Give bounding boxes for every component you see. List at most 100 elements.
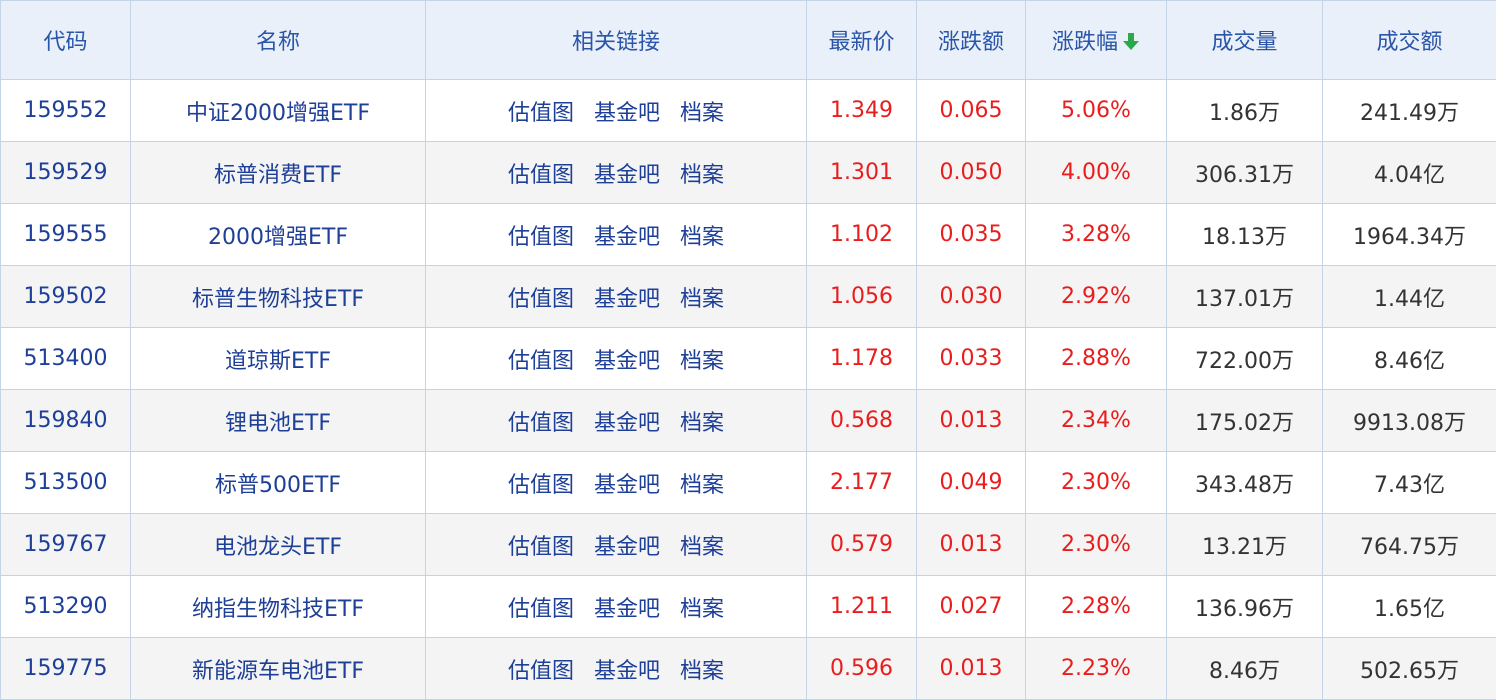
fund-code-link[interactable]: 159555: [1, 204, 131, 266]
fund-profile-link[interactable]: 档案: [680, 529, 724, 561]
fund-name-link[interactable]: 新能源车电池ETF: [131, 638, 426, 700]
latest-price: 1.211: [807, 576, 917, 638]
fund-forum-link[interactable]: 基金吧: [594, 219, 660, 251]
related-links-cell: 估值图基金吧档案: [426, 452, 807, 514]
fund-code-link[interactable]: 513500: [1, 452, 131, 514]
trading-volume: 18.13万: [1167, 204, 1323, 266]
fund-profile-link[interactable]: 档案: [680, 157, 724, 189]
change-percent: 2.23%: [1026, 638, 1167, 700]
fund-code-link[interactable]: 159502: [1, 266, 131, 328]
trading-volume: 722.00万: [1167, 328, 1323, 390]
fund-profile-link[interactable]: 档案: [680, 653, 724, 685]
fund-name-link[interactable]: 道琼斯ETF: [131, 328, 426, 390]
trading-volume: 136.96万: [1167, 576, 1323, 638]
valuation-chart-link[interactable]: 估值图: [508, 281, 574, 313]
fund-forum-link[interactable]: 基金吧: [594, 281, 660, 313]
fund-code-link[interactable]: 159529: [1, 142, 131, 204]
fund-name-link[interactable]: 标普生物科技ETF: [131, 266, 426, 328]
price-change: 0.049: [917, 452, 1026, 514]
trading-amount: 9913.08万: [1323, 390, 1496, 452]
valuation-chart-link[interactable]: 估值图: [508, 95, 574, 127]
fund-forum-link[interactable]: 基金吧: [594, 405, 660, 437]
fund-name-link[interactable]: 2000增强ETF: [131, 204, 426, 266]
fund-forum-link[interactable]: 基金吧: [594, 529, 660, 561]
fund-code-link[interactable]: 159840: [1, 390, 131, 452]
price-change: 0.035: [917, 204, 1026, 266]
valuation-chart-link[interactable]: 估值图: [508, 405, 574, 437]
fund-profile-link[interactable]: 档案: [680, 219, 724, 251]
fund-profile-link[interactable]: 档案: [680, 281, 724, 313]
trading-volume: 343.48万: [1167, 452, 1323, 514]
table-row[interactable]: 159529标普消费ETF估值图基金吧档案1.3010.0504.00%306.…: [1, 142, 1496, 204]
latest-price: 1.102: [807, 204, 917, 266]
header-price[interactable]: 最新价: [807, 1, 917, 80]
change-percent: 2.30%: [1026, 452, 1167, 514]
trading-volume: 175.02万: [1167, 390, 1323, 452]
table-row[interactable]: 513400道琼斯ETF估值图基金吧档案1.1780.0332.88%722.0…: [1, 328, 1496, 390]
table-row[interactable]: 159840锂电池ETF 估值图基金吧档案 0.5680.0132.34%175.0…: [1, 390, 1496, 452]
fund-forum-link[interactable]: 基金吧: [594, 653, 660, 685]
fund-code-link[interactable]: 159775: [1, 638, 131, 700]
fund-name-link[interactable]: 标普500ETF: [131, 452, 426, 514]
change-percent: 2.92%: [1026, 266, 1167, 328]
etf-table: 代码 名称 相关链接 最新价 涨跌额 涨跌幅 成交量 成交额 159552中证2…: [0, 0, 1496, 700]
trading-amount: 1.65亿: [1323, 576, 1496, 638]
table-row[interactable]: 159775新能源车电池ETF估值图基金吧档案0.5960.0132.23%8.…: [1, 638, 1496, 700]
table-row[interactable]: 159502标普生物科技ETF估值图基金吧档案1.0560.0302.92%13…: [1, 266, 1496, 328]
change-percent: 2.34%: [1026, 390, 1167, 452]
table-body: 159552中证2000增强ETF估值图基金吧档案1.3490.0655.06%…: [1, 80, 1496, 700]
price-change: 0.013: [917, 390, 1026, 452]
fund-forum-link[interactable]: 基金吧: [594, 591, 660, 623]
price-change: 0.030: [917, 266, 1026, 328]
valuation-chart-link[interactable]: 估值图: [508, 591, 574, 623]
related-links-cell: 估值图基金吧档案: [426, 328, 807, 390]
table-row[interactable]: 513290纳指生物科技ETF估值图基金吧档案1.2110.0272.28%13…: [1, 576, 1496, 638]
fund-profile-link[interactable]: 档案: [680, 591, 724, 623]
change-percent: 2.28%: [1026, 576, 1167, 638]
header-pct-label[interactable]: 涨跌幅: [1052, 30, 1118, 55]
fund-name-link[interactable]: 标普消费ETF: [131, 142, 426, 204]
fund-name-link[interactable]: 电池龙头ETF: [131, 514, 426, 576]
header-code[interactable]: 代码: [1, 1, 131, 80]
fund-code-link[interactable]: 159767: [1, 514, 131, 576]
arrow-down-icon[interactable]: [1122, 31, 1140, 51]
valuation-chart-link[interactable]: 估值图: [508, 343, 574, 375]
valuation-chart-link[interactable]: 估值图: [508, 653, 574, 685]
fund-name-link[interactable]: 锂电池ETF: [131, 390, 426, 452]
table-row[interactable]: 159552中证2000增强ETF估值图基金吧档案1.3490.0655.06%…: [1, 80, 1496, 142]
fund-code-link[interactable]: 513290: [1, 576, 131, 638]
table-header: 代码 名称 相关链接 最新价 涨跌额 涨跌幅 成交量 成交额: [1, 1, 1496, 80]
valuation-chart-link[interactable]: 估值图: [508, 219, 574, 251]
fund-name-link[interactable]: 纳指生物科技ETF: [131, 576, 426, 638]
table-row[interactable]: 1595552000增强ETF估值图基金吧档案1.1020.0353.28%18…: [1, 204, 1496, 266]
latest-price: 1.301: [807, 142, 917, 204]
fund-code-link[interactable]: 159552: [1, 80, 131, 142]
trading-amount: 1.44亿: [1323, 266, 1496, 328]
trading-amount: 241.49万: [1323, 80, 1496, 142]
fund-profile-link[interactable]: 档案: [680, 467, 724, 499]
fund-forum-link[interactable]: 基金吧: [594, 157, 660, 189]
header-amount[interactable]: 成交额: [1323, 1, 1496, 80]
header-volume[interactable]: 成交量: [1167, 1, 1323, 80]
fund-forum-link[interactable]: 基金吧: [594, 95, 660, 127]
fund-forum-link[interactable]: 基金吧: [594, 343, 660, 375]
valuation-chart-link[interactable]: 估值图: [508, 529, 574, 561]
table-row[interactable]: 513500标普500ETF估值图基金吧档案2.1770.0492.30%343…: [1, 452, 1496, 514]
fund-profile-link[interactable]: 档案: [680, 343, 724, 375]
header-change[interactable]: 涨跌额: [917, 1, 1026, 80]
change-percent: 4.00%: [1026, 142, 1167, 204]
fund-name-link[interactable]: 中证2000增强ETF: [131, 80, 426, 142]
header-pct[interactable]: 涨跌幅: [1026, 1, 1167, 80]
header-name[interactable]: 名称: [131, 1, 426, 80]
price-change: 0.033: [917, 328, 1026, 390]
fund-profile-link[interactable]: 档案: [680, 95, 724, 127]
latest-price: 1.056: [807, 266, 917, 328]
fund-forum-link[interactable]: 基金吧: [594, 467, 660, 499]
trading-amount: 502.65万: [1323, 638, 1496, 700]
fund-code-link[interactable]: 513400: [1, 328, 131, 390]
latest-price: 0.568: [807, 390, 917, 452]
fund-profile-link[interactable]: 档案: [680, 405, 724, 437]
valuation-chart-link[interactable]: 估值图: [508, 157, 574, 189]
table-row[interactable]: 159767电池龙头ETF估值图基金吧档案0.5790.0132.30%13.2…: [1, 514, 1496, 576]
valuation-chart-link[interactable]: 估值图: [508, 467, 574, 499]
